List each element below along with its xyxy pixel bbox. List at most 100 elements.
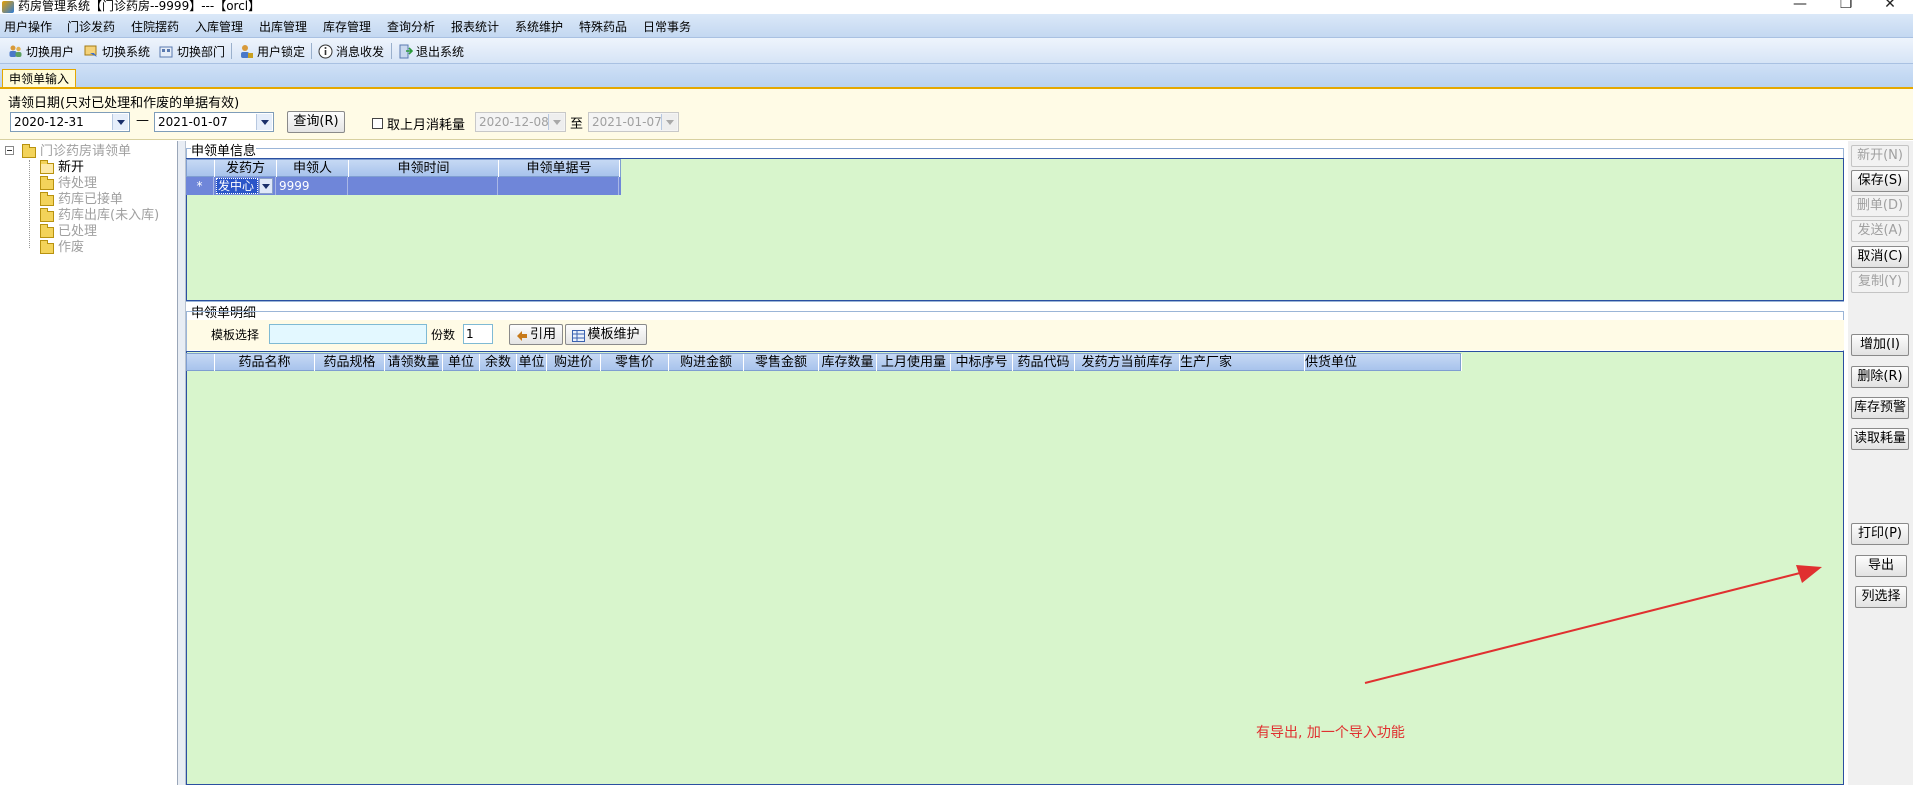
- messages-button[interactable]: 消息收发: [318, 43, 384, 59]
- tab-requisition-input[interactable]: 申领单输入: [2, 69, 77, 88]
- minimize-button[interactable]: —: [1777, 0, 1823, 13]
- quote-button[interactable]: 引用: [509, 324, 563, 345]
- template-maint-button[interactable]: 模板维护: [565, 324, 647, 345]
- menu-query[interactable]: 查询分析: [387, 18, 435, 35]
- last-month-to-value: 2021-01-07: [592, 115, 662, 129]
- column-header[interactable]: 药品规格: [315, 354, 385, 371]
- tree-item-accepted[interactable]: 药库已接单: [40, 191, 123, 208]
- last-month-from-combo[interactable]: 2020-12-08: [475, 112, 566, 132]
- new-row-marker: *: [186, 177, 214, 195]
- window-title: 药房管理系统【门诊药房--9999】---【orcl】: [18, 0, 261, 13]
- save-button[interactable]: 保存(S): [1851, 170, 1909, 192]
- tab-strip: [0, 64, 1913, 88]
- read-consumption-button[interactable]: 读取耗量: [1851, 428, 1909, 450]
- print-button[interactable]: 打印(P): [1851, 523, 1909, 545]
- folder-icon: [40, 239, 54, 254]
- last-month-to-combo[interactable]: 2021-01-07: [588, 112, 679, 132]
- column-header[interactable]: 中标序号: [951, 354, 1013, 371]
- column-header[interactable]: 零售价: [601, 354, 669, 371]
- chevron-down-icon[interactable]: [112, 114, 128, 130]
- column-header[interactable]: 购进金额: [669, 354, 744, 371]
- switch-dept-button[interactable]: 切换部门: [159, 43, 225, 59]
- column-header[interactable]: 购进价: [547, 354, 601, 371]
- menu-system[interactable]: 系统维护: [515, 18, 563, 35]
- last-month-checkbox[interactable]: [372, 118, 383, 129]
- table-row[interactable]: * 发中心 9999: [186, 177, 621, 195]
- filter-caption: 请领日期(只对已处理和作废的单据有效): [8, 96, 240, 111]
- chevron-down-icon[interactable]: [259, 178, 273, 194]
- menu-daily[interactable]: 日常事务: [643, 18, 691, 35]
- menu-reports[interactable]: 报表统计: [451, 18, 499, 35]
- date-from-combo[interactable]: 2020-12-31: [10, 112, 130, 132]
- tree-item-pending[interactable]: 待处理: [40, 175, 97, 192]
- column-header[interactable]: 余数: [480, 354, 517, 371]
- lock-user-button[interactable]: 用户锁定: [239, 43, 305, 59]
- column-header[interactable]: 发药方: [215, 160, 277, 177]
- column-header[interactable]: 零售金额: [744, 354, 819, 371]
- chevron-down-icon[interactable]: [661, 114, 677, 130]
- column-header[interactable]: 供货单位: [1305, 354, 1462, 371]
- template-input[interactable]: [269, 324, 427, 344]
- column-header[interactable]: 生产厂家: [1180, 354, 1305, 371]
- menu-inpatient-dispense[interactable]: 住院摆药: [131, 18, 179, 35]
- column-header[interactable]: 药品名称: [215, 354, 315, 371]
- row-indicator-header: [187, 354, 215, 371]
- chevron-down-icon[interactable]: [256, 114, 272, 130]
- restore-button[interactable]: ❐: [1823, 0, 1869, 13]
- add-button[interactable]: 增加(I): [1851, 334, 1909, 356]
- menu-outpatient-dispense[interactable]: 门诊发药: [67, 18, 115, 35]
- menu-stock-in[interactable]: 入库管理: [195, 18, 243, 35]
- switch-user-button[interactable]: 切换用户: [8, 43, 74, 59]
- column-header[interactable]: 上月使用量: [877, 354, 951, 371]
- date-to-combo[interactable]: 2021-01-07: [154, 112, 274, 132]
- column-header[interactable]: 申领时间: [349, 160, 499, 177]
- exit-button[interactable]: 退出系统: [398, 43, 464, 59]
- column-select-button[interactable]: 列选择: [1855, 586, 1907, 608]
- copy-button[interactable]: 复制(Y): [1851, 271, 1909, 293]
- column-header[interactable]: 申领人: [277, 160, 349, 177]
- tree-item-processed[interactable]: 已处理: [40, 223, 97, 240]
- column-header[interactable]: 单位: [517, 354, 547, 371]
- column-header[interactable]: 药品代码: [1013, 354, 1075, 371]
- column-header[interactable]: 发药方当前库存: [1075, 354, 1180, 371]
- number-cell[interactable]: [498, 177, 619, 195]
- close-button[interactable]: ✕: [1867, 0, 1913, 13]
- new-button[interactable]: 新开(N): [1851, 145, 1909, 167]
- quote-label: 引用: [529, 326, 556, 342]
- users-icon: [8, 44, 23, 59]
- open-folder-icon: [40, 159, 54, 174]
- column-header[interactable]: 库存数量: [819, 354, 877, 371]
- stock-warning-button[interactable]: 库存预警: [1851, 397, 1909, 419]
- send-button[interactable]: 发送(A): [1851, 220, 1909, 242]
- menu-user-ops[interactable]: 用户操作: [4, 18, 52, 35]
- panel-splitter[interactable]: [178, 141, 186, 785]
- tree-item-voided[interactable]: 作废: [40, 239, 84, 256]
- query-button[interactable]: 查询(R): [287, 111, 345, 133]
- tree-collapse-toggle[interactable]: [5, 146, 14, 155]
- delete-bill-button[interactable]: 删单(D): [1851, 195, 1909, 217]
- to-label: 至: [570, 117, 584, 132]
- detail-grid-header: 药品名称 药品规格 请领数量 单位 余数 单位 购进价 零售价 购进金额 零售金…: [186, 353, 1462, 371]
- dispenser-cell[interactable]: 发中心: [214, 177, 276, 195]
- applicant-cell[interactable]: 9999: [276, 177, 348, 195]
- tree-item-shipped[interactable]: 药库出库(未入库): [40, 207, 159, 224]
- remove-button[interactable]: 删除(R): [1851, 366, 1909, 388]
- chevron-down-icon[interactable]: [548, 114, 564, 130]
- tree-root[interactable]: 门诊药房请领单: [22, 143, 132, 160]
- time-cell[interactable]: [348, 177, 498, 195]
- menu-bar: 用户操作 门诊发药 住院摆药 入库管理 出库管理 库存管理 查询分析 报表统计 …: [0, 14, 1913, 38]
- tree-item-new[interactable]: 新开: [40, 159, 84, 176]
- switch-system-button[interactable]: 切换系统: [84, 43, 150, 59]
- tree-root-label: 门诊药房请领单: [40, 144, 132, 159]
- export-button[interactable]: 导出: [1855, 555, 1907, 577]
- menu-special-drugs[interactable]: 特殊药品: [579, 18, 627, 35]
- column-header[interactable]: 申领单据号: [499, 160, 620, 177]
- menu-inventory[interactable]: 库存管理: [323, 18, 371, 35]
- folder-icon: [40, 207, 54, 222]
- copies-input[interactable]: 1: [463, 324, 493, 344]
- cancel-button[interactable]: 取消(C): [1851, 246, 1909, 268]
- menu-stock-out[interactable]: 出库管理: [259, 18, 307, 35]
- last-month-from-value: 2020-12-08: [479, 115, 549, 129]
- column-header[interactable]: 单位: [443, 354, 480, 371]
- column-header[interactable]: 请领数量: [385, 354, 443, 371]
